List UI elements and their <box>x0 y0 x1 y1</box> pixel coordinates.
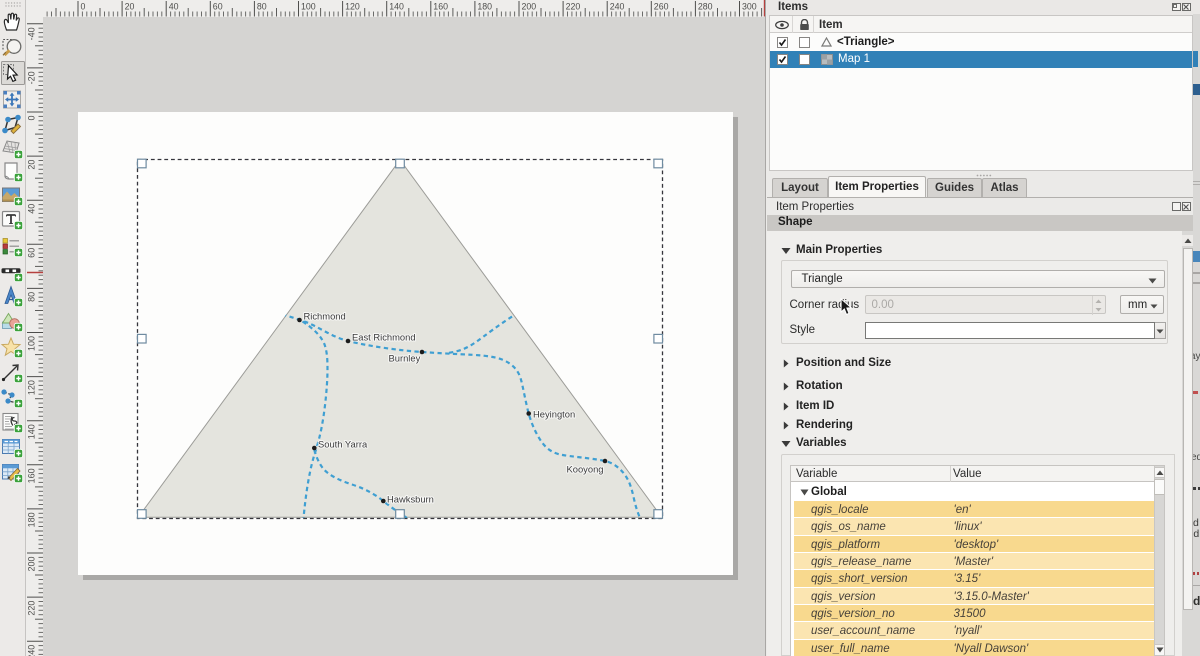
svg-text:South Yarra: South Yarra <box>318 439 368 450</box>
svg-text:Kooyong: Kooyong <box>567 464 604 475</box>
svg-text:Heyington: Heyington <box>533 409 575 420</box>
svg-text:Burnley: Burnley <box>389 353 421 364</box>
svg-text:Hawksburn: Hawksburn <box>387 494 434 505</box>
svg-text:East Richmond: East Richmond <box>352 332 416 343</box>
svg-text:Richmond: Richmond <box>304 311 346 322</box>
